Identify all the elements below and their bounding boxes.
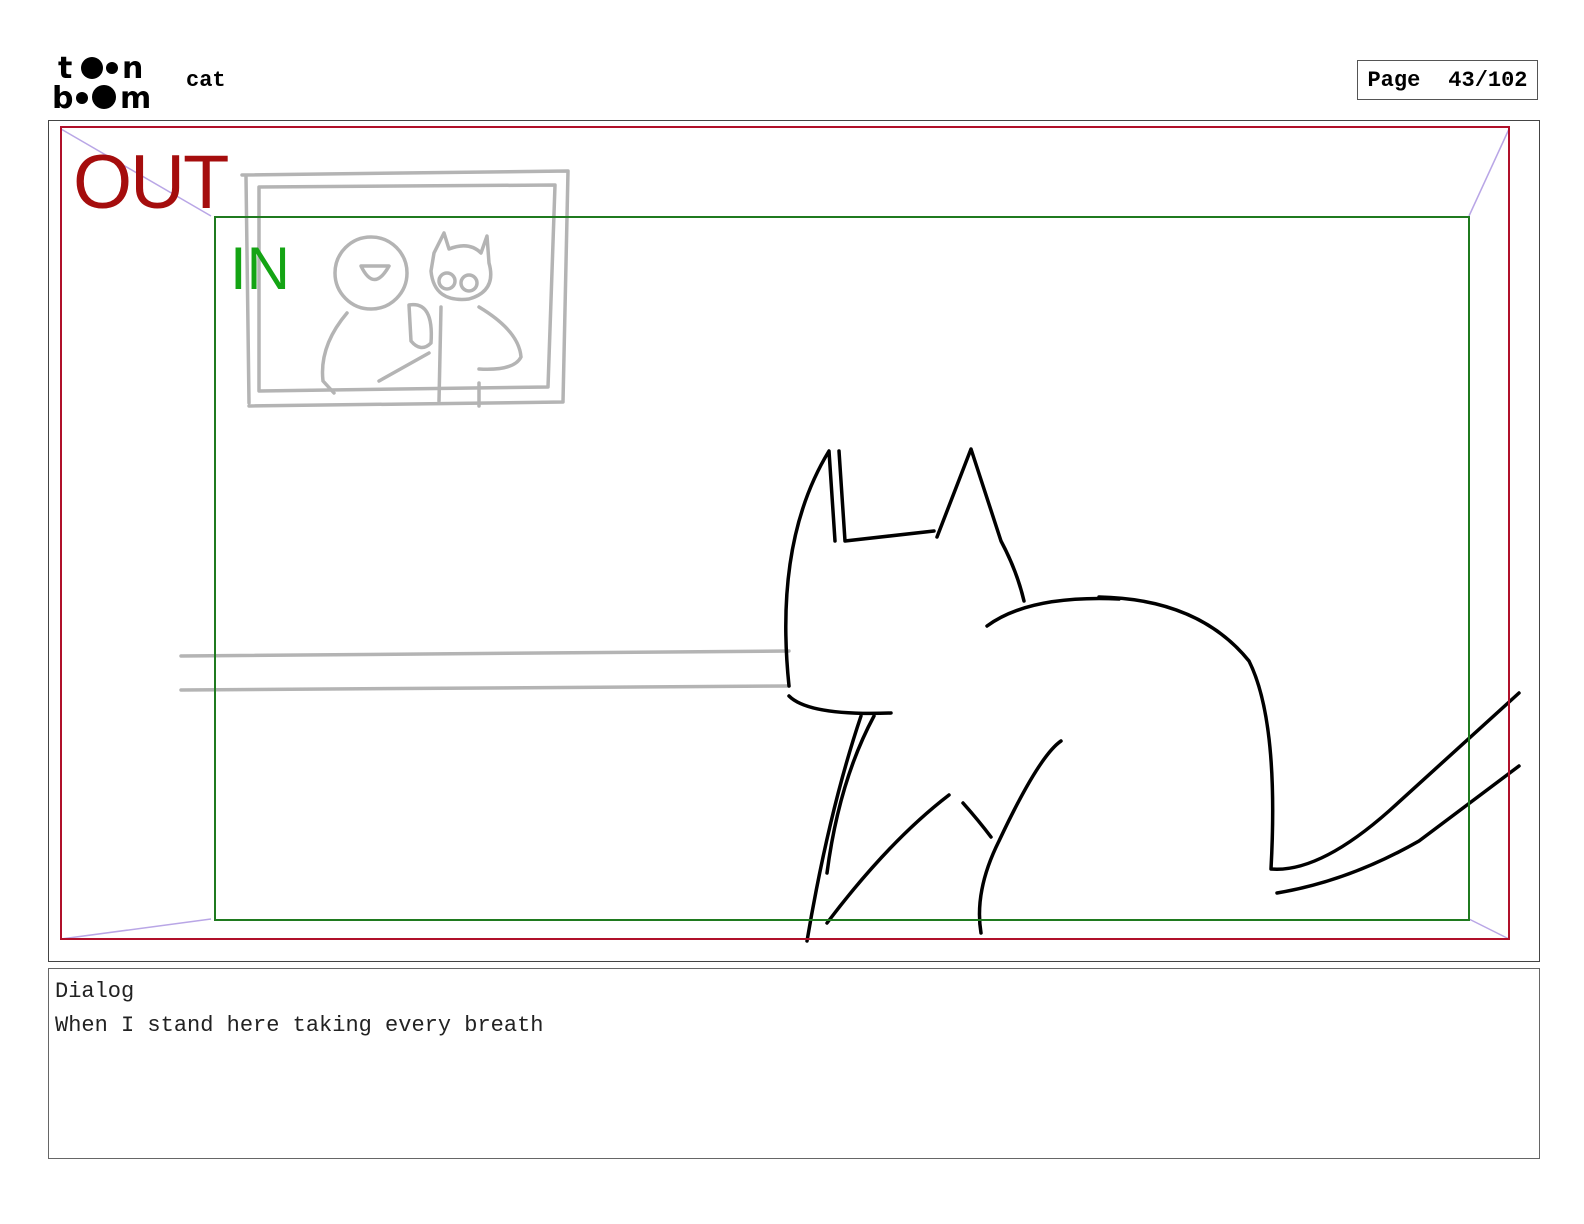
- toon-boom-logo: t n b m: [52, 51, 151, 114]
- cat-sketch: [784, 447, 1521, 943]
- project-name: cat: [186, 68, 226, 93]
- svg-text:m: m: [120, 81, 151, 114]
- dialog-box: Dialog When I stand here taking every br…: [48, 968, 1540, 1159]
- page-label: Page: [1367, 67, 1421, 93]
- storyboard-panel: OUT IN: [48, 120, 1540, 962]
- in-frame-label: IN: [230, 235, 290, 302]
- out-frame-label: OUT: [73, 140, 229, 225]
- page-number: 43/102: [1448, 67, 1528, 93]
- page-indicator: Page 43/102: [1357, 60, 1538, 100]
- dialog-text: When I stand here taking every breath: [55, 1013, 544, 1038]
- svg-text:b: b: [52, 81, 73, 114]
- dialog-heading: Dialog: [55, 979, 135, 1004]
- in-frame: [214, 216, 1470, 921]
